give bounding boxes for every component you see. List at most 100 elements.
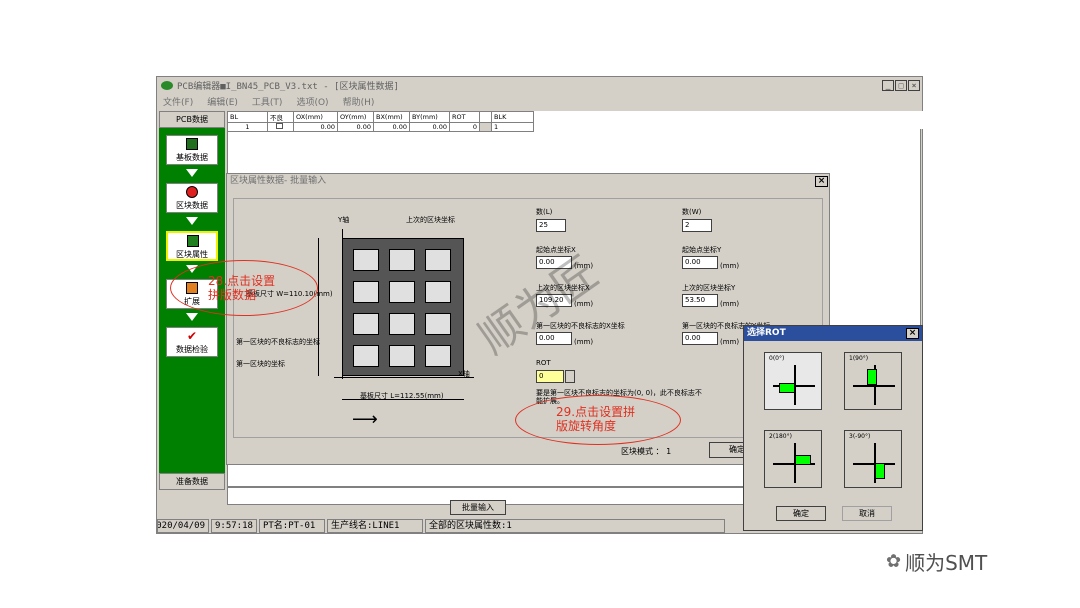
- sidebar-item-board[interactable]: 基板数据: [166, 135, 218, 165]
- menu-bar: 文件(F) 编辑(E) 工具(T) 选项(O) 帮助(H): [157, 94, 922, 109]
- grid-cell[interactable]: 1: [491, 122, 534, 132]
- rot-field[interactable]: 0: [536, 370, 564, 383]
- rot-option-label: 1(90°): [849, 355, 869, 362]
- grid-header: BL: [227, 111, 268, 123]
- grid-header: BY(mm): [409, 111, 450, 123]
- orientation-marker: [875, 463, 885, 479]
- arrow-right-icon: ⟶: [352, 409, 378, 430]
- grid-cell[interactable]: 0: [449, 122, 480, 132]
- arrow-down-icon: [186, 217, 198, 225]
- dialog-title: 区块属性数据- 批量输入: [227, 174, 829, 189]
- x-axis-label: X轴: [458, 370, 470, 378]
- start-y-field[interactable]: 0.00: [682, 256, 718, 269]
- dialog-close-button[interactable]: ×: [815, 176, 828, 187]
- wechat-icon: ✿: [886, 551, 902, 572]
- close-button[interactable]: ×: [908, 79, 920, 91]
- orientation-marker: [795, 455, 811, 465]
- checkbox[interactable]: [276, 123, 283, 129]
- grid-cell[interactable]: 0.00: [293, 122, 338, 132]
- grid-header-row: BL 不良 OX(mm) OY(mm) BX(mm) BY(mm) ROT BL…: [227, 111, 534, 123]
- block-icon: [186, 186, 198, 198]
- menu-edit[interactable]: 编辑(E): [207, 95, 238, 108]
- rot-dialog: 选择ROT × 0(0°) 1(90°) 2(180°) 3(-90°) 确定 …: [743, 325, 923, 531]
- arrow-down-icon: [186, 313, 198, 321]
- check-icon: ✔: [186, 329, 198, 343]
- window-title: PCB编辑器■I_BN45_PCB_V3.txt - [区块属性数据]: [177, 81, 399, 92]
- tab-pcb-data[interactable]: PCB数据: [159, 111, 225, 128]
- rot-cancel-button[interactable]: 取消: [842, 506, 892, 521]
- rot-option-1[interactable]: 1(90°): [844, 352, 902, 410]
- annotation-28: 28.点击设置 拼版数据: [208, 274, 276, 302]
- menu-options[interactable]: 选项(O): [296, 95, 328, 108]
- bad-y-field[interactable]: 0.00: [682, 332, 718, 345]
- app-icon: [161, 80, 173, 90]
- arrow-down-icon: [186, 169, 198, 177]
- unit-label: (mm): [574, 338, 594, 346]
- grid-cell[interactable]: [479, 122, 492, 132]
- sidebar-item-block[interactable]: 区块数据: [166, 183, 218, 213]
- maximize-button[interactable]: □: [895, 79, 907, 91]
- grid-cell[interactable]: 0.00: [409, 122, 450, 132]
- unit-label: (mm): [720, 262, 740, 270]
- rot-dialog-title: 选择ROT: [744, 326, 922, 341]
- last-block-label: 上次的区块坐标: [406, 216, 455, 224]
- count-l-label: 数(L): [536, 208, 553, 216]
- block-mode-label: 区块模式 ： 1: [621, 447, 672, 456]
- menu-file[interactable]: 文件(F): [163, 95, 193, 108]
- batch-input-button[interactable]: 批量输入: [450, 500, 506, 515]
- grid-cell[interactable]: [267, 122, 294, 132]
- first-block-label: 第一区块的坐标: [236, 360, 285, 368]
- status-line: 生产线名:LINE1: [326, 519, 423, 533]
- grid-header: ROT: [449, 111, 480, 123]
- status-time: 9:57:18: [211, 519, 257, 533]
- rot-close-button[interactable]: ×: [906, 328, 919, 339]
- rot-label: ROT: [536, 359, 551, 367]
- unit-label: (mm): [720, 338, 740, 346]
- sidebar-item-label: 数据检验: [176, 345, 208, 354]
- grid-cell[interactable]: 0.00: [373, 122, 410, 132]
- brand-text: 顺为SMT: [905, 551, 988, 575]
- sidebar-item-block-attr[interactable]: 区块属性: [166, 231, 218, 261]
- rot-option-label: 2(180°): [769, 433, 792, 440]
- rot-ok-button[interactable]: 确定: [776, 506, 826, 521]
- grid-cell[interactable]: 0.00: [337, 122, 374, 132]
- annotation-29: 29.点击设置拼 版旋转角度: [556, 405, 636, 433]
- block-grid: BL 不良 OX(mm) OY(mm) BX(mm) BY(mm) ROT BL…: [227, 111, 923, 132]
- menu-tools[interactable]: 工具(T): [252, 95, 283, 108]
- rot-option-label: 0(0°): [769, 355, 785, 362]
- first-bad-mark-label: 第一区块的不良标志的坐标: [236, 338, 320, 346]
- status-count: 全部的区块属性数:1: [424, 519, 725, 533]
- count-w-label: 数(W): [682, 208, 702, 216]
- grid-header: BX(mm): [373, 111, 410, 123]
- rot-option-2[interactable]: 2(180°): [764, 430, 822, 488]
- grid-cell[interactable]: 1: [227, 122, 268, 132]
- rot-option-0[interactable]: 0(0°): [764, 352, 822, 410]
- rot-option-3[interactable]: 3(-90°): [844, 430, 902, 488]
- sidebar-item-label: 基板数据: [176, 153, 208, 162]
- y-axis-label: Y轴: [338, 216, 350, 224]
- brand-logo: ✿ 顺为SMT: [886, 547, 987, 576]
- sidebar-item-label: 区块属性: [176, 250, 208, 259]
- unit-label: (mm): [720, 300, 740, 308]
- last-y-label: 上次的区块坐标Y: [682, 284, 736, 292]
- title-bar: PCB编辑器■I_BN45_PCB_V3.txt - [区块属性数据] _ □ …: [157, 77, 922, 93]
- grid-header: BLK: [491, 111, 534, 123]
- tab-prepare-data[interactable]: 准备数据: [159, 473, 225, 490]
- grid-header: OX(mm): [293, 111, 338, 123]
- start-y-label: 起始点坐标Y: [682, 246, 722, 254]
- sidebar-item-label: 区块数据: [176, 201, 208, 210]
- minimize-button[interactable]: _: [882, 79, 894, 91]
- menu-help[interactable]: 帮助(H): [343, 95, 375, 108]
- count-l-field[interactable]: 25: [536, 219, 566, 232]
- status-pt: PT名:PT-01: [258, 519, 325, 533]
- rot-picker-button[interactable]: [565, 370, 575, 383]
- last-y-field[interactable]: 53.50: [682, 294, 718, 307]
- board-icon: [186, 138, 198, 150]
- count-w-field[interactable]: 2: [682, 219, 712, 232]
- sidebar-item-check[interactable]: ✔ 数据检验: [166, 327, 218, 357]
- block-attr-icon: [187, 235, 199, 247]
- table-row[interactable]: 1 0.00 0.00 0.00 0.00 0 1: [227, 122, 534, 132]
- panel-diagram: [342, 238, 464, 376]
- grid-header: 不良: [267, 111, 294, 123]
- rot-option-label: 3(-90°): [849, 433, 871, 440]
